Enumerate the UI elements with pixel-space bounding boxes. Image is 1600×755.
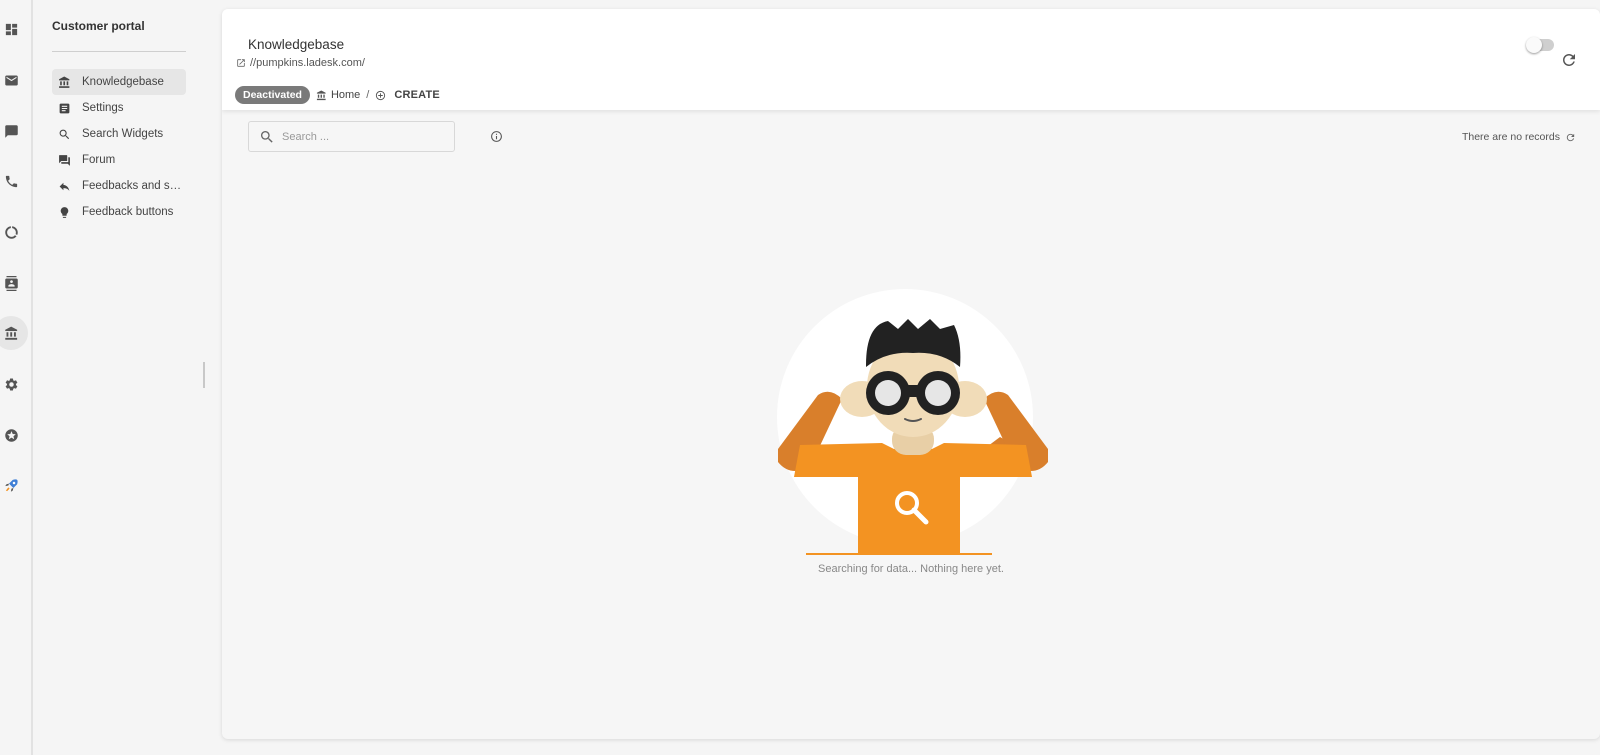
portal-url: //pumpkins.ladesk.com/ bbox=[250, 57, 365, 69]
nav-item-forum[interactable]: Forum bbox=[52, 147, 186, 173]
create-button[interactable]: CREATE bbox=[394, 89, 440, 101]
nav-item-settings[interactable]: Settings bbox=[52, 95, 186, 121]
portal-url-link[interactable]: //pumpkins.ladesk.com/ bbox=[236, 57, 365, 69]
rocket-icon[interactable] bbox=[0, 468, 28, 502]
nav-item-label: Settings bbox=[82, 102, 124, 114]
gear-icon[interactable] bbox=[0, 367, 28, 401]
nav-item-feedback-buttons[interactable]: Feedback buttons bbox=[52, 199, 186, 225]
nav-item-label: Forum bbox=[82, 154, 116, 166]
refresh-icon[interactable] bbox=[1565, 132, 1576, 143]
reports-icon[interactable] bbox=[0, 215, 28, 249]
nav-item-label: Knowledgebase bbox=[82, 76, 164, 88]
page-header: Knowledgebase //pumpkins.ladesk.com/ Dea… bbox=[222, 9, 1600, 110]
dashboard-icon[interactable] bbox=[0, 12, 28, 46]
mail-icon[interactable] bbox=[0, 63, 28, 97]
search-icon bbox=[261, 130, 273, 143]
refresh-icon[interactable] bbox=[1560, 51, 1578, 69]
empty-state-illustration bbox=[777, 289, 1048, 555]
nav-item-feedbacks[interactable]: Feedbacks and suggestions bbox=[52, 173, 186, 199]
home-icon bbox=[316, 89, 331, 101]
lightbulb-icon bbox=[58, 206, 71, 219]
breadcrumb-separator: / bbox=[366, 89, 370, 101]
secondary-nav: Customer portal Knowledgebase Settings S… bbox=[36, 0, 206, 755]
records-text: There are no records bbox=[1461, 131, 1560, 143]
search-field[interactable] bbox=[248, 121, 455, 152]
search-input[interactable] bbox=[282, 130, 442, 143]
main-panel: Knowledgebase //pumpkins.ladesk.com/ Dea… bbox=[222, 9, 1600, 739]
status-badge: Deactivated bbox=[235, 86, 310, 104]
section-title: Customer portal bbox=[52, 19, 145, 33]
info-icon[interactable] bbox=[490, 130, 503, 143]
divider bbox=[52, 51, 186, 52]
breadcrumb-home[interactable]: Home bbox=[331, 89, 360, 101]
knowledgebase-icon bbox=[58, 76, 71, 89]
phone-icon[interactable] bbox=[0, 164, 28, 198]
add-circle-icon bbox=[375, 90, 394, 101]
external-link-icon bbox=[237, 59, 245, 67]
contacts-icon[interactable] bbox=[0, 266, 28, 300]
settings-list-icon bbox=[58, 102, 71, 115]
app-rail bbox=[0, 0, 33, 755]
reply-icon bbox=[58, 180, 71, 193]
star-icon[interactable] bbox=[0, 418, 28, 452]
empty-state-message: Searching for data... Nothing here yet. bbox=[818, 563, 1004, 575]
knowledgebase-icon[interactable] bbox=[0, 316, 28, 350]
nav-item-knowledgebase[interactable]: Knowledgebase bbox=[52, 69, 186, 95]
nav-item-label: Search Widgets bbox=[82, 128, 164, 140]
page-title: Knowledgebase bbox=[248, 37, 345, 52]
nav-item-search-widgets[interactable]: Search Widgets bbox=[52, 121, 186, 147]
breadcrumb: Deactivated Home / CREATE bbox=[235, 86, 440, 104]
nav-item-label: Feedbacks and suggestions bbox=[82, 180, 186, 192]
search-icon bbox=[58, 128, 71, 141]
toggle-knob bbox=[1526, 37, 1542, 53]
activation-toggle[interactable] bbox=[1526, 37, 1554, 53]
nav-item-label: Feedback buttons bbox=[82, 206, 174, 218]
forum-icon bbox=[58, 154, 71, 167]
chat-icon[interactable] bbox=[0, 114, 28, 148]
records-status: There are no records bbox=[1462, 131, 1576, 143]
panel-resize-handle[interactable] bbox=[203, 362, 205, 388]
